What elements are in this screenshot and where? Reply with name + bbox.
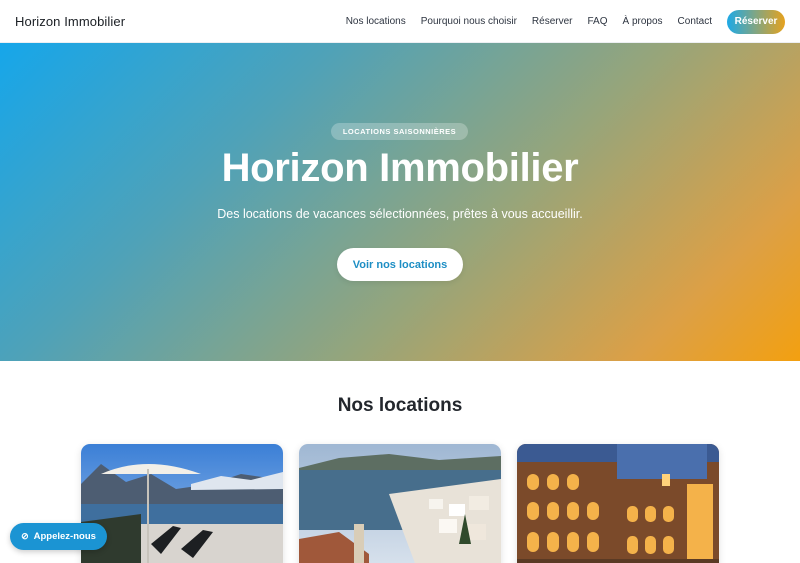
- hero-subtitle: Des locations de vacances sélectionnées,…: [217, 207, 583, 221]
- nav-link-why-us[interactable]: Pourquoi nous choisir: [421, 16, 517, 27]
- phone-icon: ⊘: [21, 531, 29, 541]
- brand-logo-text[interactable]: Horizon Immobilier: [15, 14, 125, 29]
- listings-section-title: Nos locations: [337, 395, 463, 416]
- site-header: Horizon Immobilier Nos locations Pourquo…: [0, 0, 800, 43]
- arcaded-courtyard-photo: [517, 444, 719, 563]
- hero-section: LOCATIONS SAISONNIÈRES Horizon Immobilie…: [0, 43, 800, 361]
- call-us-button[interactable]: ⊘ Appelez-nous: [10, 523, 107, 550]
- hero-title: Horizon Immobilier: [221, 146, 579, 190]
- listing-card-arcaded-courtyard[interactable]: [517, 444, 719, 563]
- hero-badge: LOCATIONS SAISONNIÈRES: [331, 123, 468, 140]
- listing-card-coastal-town[interactable]: [299, 444, 501, 563]
- call-us-label: Appelez-nous: [33, 531, 96, 542]
- coastal-town-photo: [299, 444, 501, 563]
- nav-link-locations[interactable]: Nos locations: [346, 16, 406, 27]
- listing-card-lake-terrace[interactable]: [81, 444, 283, 563]
- view-locations-button[interactable]: Voir nos locations: [337, 248, 463, 281]
- nav-link-contact[interactable]: Contact: [678, 16, 712, 27]
- nav-link-about[interactable]: À propos: [623, 16, 663, 27]
- lake-terrace-photo: [81, 444, 283, 563]
- header-book-button[interactable]: Réserver: [727, 9, 785, 34]
- nav-link-faq[interactable]: FAQ: [587, 16, 607, 27]
- main-nav: Nos locations Pourquoi nous choisir Rése…: [346, 0, 785, 43]
- nav-link-book[interactable]: Réserver: [532, 16, 573, 27]
